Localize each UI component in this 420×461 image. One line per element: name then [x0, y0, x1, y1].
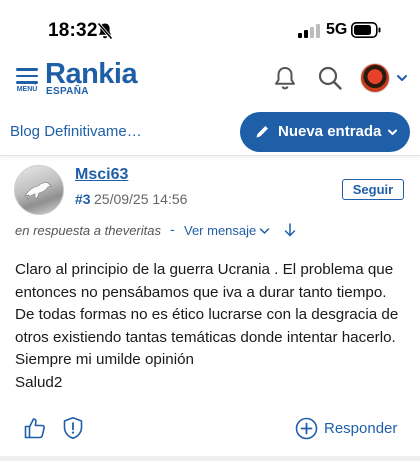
arrow-down-icon[interactable] — [284, 223, 296, 237]
post-body-line: entonces no pensábamos que iva a durar t… — [15, 283, 387, 301]
post-body-line: Claro al principio de la guerra Ucrania … — [15, 261, 394, 278]
chevron-down-icon[interactable] — [259, 226, 270, 236]
bell-off-icon — [97, 22, 113, 40]
menu-button[interactable]: MENÚ — [14, 68, 40, 98]
thumbs-up-icon[interactable] — [23, 416, 47, 440]
author-name[interactable]: Msci63 — [75, 166, 128, 184]
post-body-line: De todas formas no es ético lucrarse con… — [15, 306, 399, 324]
reply-separator: - — [170, 221, 175, 237]
chevron-down-icon[interactable] — [396, 72, 408, 84]
view-message-link[interactable]: Ver mensaje — [184, 223, 256, 238]
new-entry-label: Nueva entrada — [278, 123, 382, 140]
blog-subnav: Blog Definitivame… Nueva entrada — [0, 110, 420, 156]
post-number[interactable]: #3 — [75, 191, 91, 207]
blog-title-link[interactable]: Blog Definitivame… — [10, 123, 142, 140]
post-body-line: otros existiendo tantas temáticas donde … — [15, 328, 396, 346]
search-icon[interactable] — [317, 65, 343, 91]
reply-to-text: en respuesta a theveritas — [15, 223, 161, 238]
post-body-line: Siempre mi umilde opinión — [15, 351, 194, 369]
menu-label: MENÚ — [16, 86, 38, 93]
new-entry-button[interactable]: Nueva entrada — [240, 112, 410, 152]
divider — [0, 456, 420, 461]
app-header: MENÚ Rankia ESPAÑA — [0, 58, 420, 100]
shield-alert-icon[interactable] — [61, 416, 85, 440]
status-bar: 18:32 5G — [0, 0, 420, 58]
network-type: 5G — [326, 21, 348, 38]
menu-icon-bar — [16, 74, 38, 77]
logo-country: ESPAÑA — [46, 86, 89, 97]
post-date: 25/09/25 14:56 — [94, 191, 188, 207]
menu-icon — [16, 68, 38, 71]
reply-label: Responder — [324, 420, 398, 437]
horse-image — [24, 182, 52, 200]
battery-icon — [351, 22, 381, 38]
author-avatar[interactable] — [14, 165, 64, 215]
follow-button[interactable]: Seguir — [342, 179, 404, 200]
pencil-icon — [256, 126, 268, 138]
menu-icon-bar — [16, 81, 38, 84]
avatar-caption — [19, 201, 61, 206]
post-body-line: Salud2 — [15, 373, 63, 391]
user-avatar[interactable] — [360, 63, 390, 93]
post-body: Claro al principio de la guerra Ucrania … — [15, 259, 410, 395]
bell-icon[interactable] — [272, 65, 298, 91]
chevron-down-icon — [388, 129, 397, 135]
plus-circle-icon — [295, 417, 318, 440]
signal-icon — [298, 24, 320, 38]
status-time: 18:32 — [48, 20, 98, 41]
